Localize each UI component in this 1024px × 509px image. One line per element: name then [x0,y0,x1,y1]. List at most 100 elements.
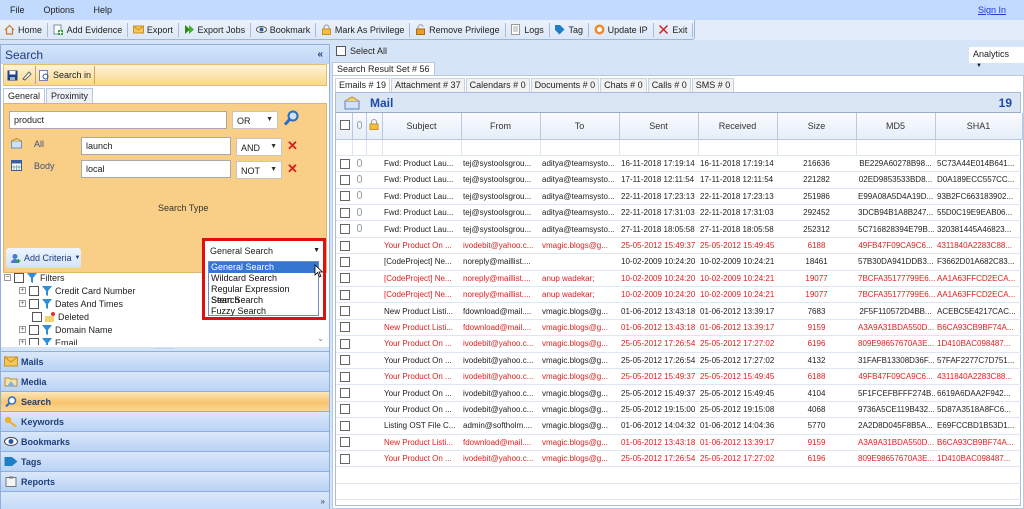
row-checkbox[interactable] [340,158,350,169]
table-row[interactable]: New Product Listi... fdownload@mail.... vm… [336,434,1022,451]
remove-criteria-icon[interactable]: ✕ [287,161,298,177]
option-general-search[interactable]: General Search [209,262,318,273]
row-select-cell[interactable] [336,302,352,320]
header-size[interactable]: Size [777,113,857,140]
row-checkbox[interactable] [340,256,350,267]
table-row[interactable]: Your Product On ... ivodebit@yahoo.c... vm… [336,368,1022,386]
collapse-icon[interactable]: − [4,274,11,281]
table-row[interactable]: [CodeProject] Ne... noreply@maillist.... 1… [336,253,1022,271]
checkbox[interactable] [29,324,39,335]
row-checkbox[interactable] [340,404,350,415]
criteria-value-input[interactable]: launch [81,137,231,155]
row-checkbox[interactable] [340,338,350,349]
expand-icon[interactable]: + [19,287,26,294]
logs-button[interactable]: Logs [506,22,548,38]
row-checkbox[interactable] [340,191,350,202]
row-select-cell[interactable] [336,417,352,435]
select-all[interactable]: Select All [336,46,387,56]
nav-search[interactable]: Search [1,391,329,411]
menu-options[interactable]: Options [34,5,84,15]
row-select-cell[interactable] [336,171,352,189]
row-checkbox[interactable] [340,174,350,185]
row-select-cell[interactable] [336,237,352,255]
row-checkbox[interactable] [340,437,350,448]
remove-privilege-button[interactable]: Remove Privilege [411,22,504,38]
checkbox[interactable] [339,119,350,130]
tab-general[interactable]: General [3,88,46,103]
row-checkbox[interactable] [340,355,350,366]
select-all-checkbox[interactable] [336,46,346,56]
export-button[interactable]: Export [129,22,177,38]
remove-criteria-icon[interactable]: ✕ [287,138,298,154]
nav-tags[interactable]: Tags [1,451,329,471]
tab-calls[interactable]: Calls # 0 [647,78,691,92]
table-row[interactable]: Fwd: Product Lau... tej@systoolsgrou... ad… [336,188,1022,206]
expand-icon[interactable]: + [19,326,26,333]
header-from[interactable]: From [461,113,541,140]
table-row[interactable]: Fwd: Product Lau... tej@systoolsgrou... ad… [336,220,1022,238]
tab-proximity[interactable]: Proximity [46,88,94,103]
table-row[interactable]: [CodeProject] Ne... noreply@maillist.... a… [336,270,1022,288]
row-checkbox[interactable] [340,306,350,317]
row-checkbox[interactable] [340,289,350,300]
table-row[interactable]: Fwd: Product Lau... tej@systoolsgrou... ad… [336,204,1022,222]
row-checkbox[interactable] [340,224,350,235]
row-checkbox[interactable] [340,371,350,382]
analytics-dropdown[interactable]: Analytics ▼ [969,47,1024,69]
nav-keywords[interactable]: Keywords [1,411,329,431]
add-evidence-button[interactable]: Add Evidence [49,22,127,38]
row-select-cell[interactable] [336,220,352,238]
scroll-down-icon[interactable]: ⌄ [317,334,324,343]
nav-media[interactable]: Media [1,371,329,391]
nav-bookmarks[interactable]: Bookmarks [1,431,329,451]
sign-in-link[interactable]: Sign In [978,5,1006,15]
row-select-cell[interactable] [336,253,352,271]
option-wildcard-search[interactable]: Wildcard Search [209,273,318,284]
nav-mails[interactable]: Mails [1,351,329,371]
row-checkbox[interactable] [340,420,350,431]
criteria-operator-select[interactable]: AND ▼ [236,138,282,156]
header-sent[interactable]: Sent [619,113,699,140]
nav-reports[interactable]: Reports [1,471,329,491]
row-select-cell[interactable] [336,368,352,386]
option-stem-search[interactable]: Stem Search [209,295,318,306]
update-ip-button[interactable]: Update IP [590,22,652,38]
tab-emails[interactable]: Emails # 19 [335,78,391,92]
filter-item[interactable]: + Domain Name [4,323,326,336]
header-md5[interactable]: MD5 [856,113,936,140]
table-row[interactable]: Your Product On ... ivodebit@yahoo.c... vm… [336,384,1022,402]
tab-chats[interactable]: Chats # 0 [600,78,647,92]
row-select-cell[interactable] [336,384,352,402]
row-select-cell[interactable] [336,335,352,353]
header-subject[interactable]: Subject [382,113,462,140]
configure-buttons-icon[interactable]: » [321,497,325,506]
table-row[interactable]: New Product Listi... fdownload@mail.... vm… [336,319,1022,337]
menu-file[interactable]: File [0,5,34,15]
eraser-icon[interactable] [21,70,32,81]
row-select-cell[interactable] [336,434,352,451]
row-select-cell[interactable] [336,188,352,206]
header-received[interactable]: Received [698,113,778,140]
table-row[interactable]: Your Product On ... ivodebit@yahoo.c... vm… [336,237,1022,255]
collapse-panel-button[interactable]: « [317,49,323,60]
save-icon[interactable] [7,70,18,81]
row-select-cell[interactable] [336,204,352,222]
expand-icon[interactable]: + [19,300,26,307]
table-row[interactable]: Your Product On ... ivodebit@yahoo.c... vm… [336,450,1022,468]
tag-button[interactable]: Tag [550,22,587,38]
checkbox[interactable] [32,311,42,322]
table-row[interactable]: Your Product On ... ivodebit@yahoo.c... vm… [336,401,1022,419]
row-checkbox[interactable] [340,240,350,251]
row-select-cell[interactable] [336,401,352,419]
search-icon[interactable] [283,110,299,127]
criteria-value-input[interactable]: local [81,160,231,178]
header-attachment[interactable] [352,113,367,140]
table-row[interactable]: Your Product On ... ivodebit@yahoo.c... vm… [336,335,1022,353]
export-jobs-button[interactable]: Export Jobs [180,22,250,38]
main-query-input[interactable]: product [9,111,227,129]
home-button[interactable]: Home [0,22,46,38]
table-row[interactable]: Listing OST File C... admin@softholm.... v… [336,417,1022,435]
row-select-cell[interactable] [336,450,352,468]
row-select-cell[interactable] [336,155,352,173]
checkbox[interactable] [29,298,39,309]
